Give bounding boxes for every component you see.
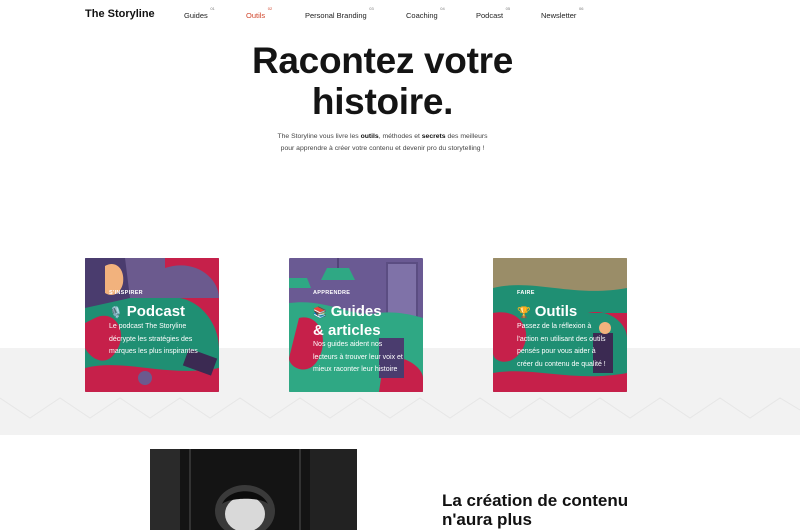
nav-number: 05 (505, 6, 511, 11)
card-title-text: Outils (534, 303, 578, 320)
hero-sub-line2: pour apprendre à créer votre contenu et … (280, 145, 485, 152)
nav-item-newsletter[interactable]: Newsletter 06 (541, 6, 583, 20)
nav-label: Newsletter (541, 11, 577, 20)
nav-label: Guides (184, 11, 208, 20)
hero-sub-text: The Storyline vous livre les (277, 133, 361, 140)
brand-logo[interactable]: The Storyline (85, 8, 155, 20)
trophy-icon: 🏆 (517, 307, 531, 319)
card-podcast[interactable]: S'INSPIRER 🎙️ Podcast Le podcast The Stor… (85, 258, 219, 392)
nav-label: Podcast (476, 11, 504, 20)
microphone-icon: 🎙️ (109, 307, 123, 319)
card-eyebrow: APPRENDRE (313, 290, 351, 296)
hero-title-line1: Racontez votre (251, 40, 514, 81)
card-outils[interactable]: FAIRE 🏆 Outils Passez de la réflexion à l… (493, 258, 627, 392)
card-title-text: Guides (330, 303, 382, 320)
card-title-line2: & articles (313, 322, 381, 339)
card-eyebrow: FAIRE (517, 290, 535, 296)
books-icon: 📚 (313, 307, 327, 319)
hero-subtitle: The Storyline vous livre les outils, mét… (0, 131, 765, 155)
card-description: Nos guides aident nos lecteurs à trouver… (313, 341, 403, 373)
feature-photo (150, 449, 357, 530)
card-eyebrow: S'INSPIRER (109, 290, 143, 296)
black-and-white-photo (150, 449, 357, 530)
card-description: Le podcast The Storyline décrypte les st… (109, 323, 198, 355)
nav-label: Personal Branding (305, 11, 367, 20)
hero-title-line2: histoire. (311, 81, 454, 122)
card-title: 📚 Guides & articles (313, 303, 382, 339)
hero-sub-bold-secrets: secrets (421, 133, 446, 140)
card-title: 🎙️ Podcast (109, 303, 185, 322)
nav-item-coaching[interactable]: Coaching 04 (406, 6, 445, 20)
nav-item-personal-branding[interactable]: Personal Branding 03 (305, 6, 374, 20)
nav-number: 04 (440, 6, 445, 11)
section-title: La création de contenu n'aura plus (442, 491, 629, 529)
nav-label: Outils (246, 11, 266, 20)
card-title: 🏆 Outils (517, 303, 577, 322)
nav-number: 06 (578, 6, 584, 11)
hero-sub-text: , méthodes et (378, 133, 422, 140)
card-description: Passez de la réflexion à l'action en uti… (517, 323, 606, 368)
nav-item-outils[interactable]: Outils 02 (246, 6, 272, 20)
nav-item-podcast[interactable]: Podcast 05 (476, 6, 510, 20)
card-title-text: Podcast (126, 303, 186, 320)
nav-number: 03 (369, 6, 374, 11)
hero-title: Racontez votre histoire. (0, 40, 765, 122)
hero-sub-bold-outils: outils (360, 133, 379, 140)
hero-sub-text: des meilleurs (445, 133, 488, 140)
nav-number: 01 (210, 6, 215, 11)
top-nav: The Storyline Guides 01 Outils 02 Personal… (0, 0, 800, 30)
card-guides-articles[interactable]: APPRENDRE 📚 Guides & articles Nos guides a… (289, 258, 423, 392)
nav-item-guides[interactable]: Guides 01 (184, 6, 215, 20)
nav-number: 02 (267, 6, 273, 11)
nav-label: Coaching (406, 11, 438, 20)
